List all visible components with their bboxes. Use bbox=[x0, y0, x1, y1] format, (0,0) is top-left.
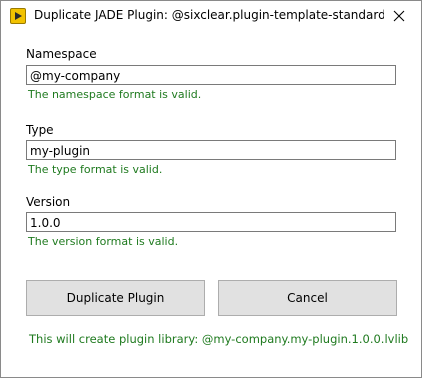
version-input[interactable] bbox=[26, 212, 396, 232]
labview-icon bbox=[10, 8, 26, 24]
version-validation-message: The version format is valid. bbox=[28, 235, 179, 248]
namespace-label: Namespace bbox=[26, 47, 97, 61]
namespace-validation-message: The namespace format is valid. bbox=[28, 88, 202, 101]
type-label: Type bbox=[26, 123, 54, 137]
cancel-button[interactable]: Cancel bbox=[218, 280, 397, 316]
close-icon bbox=[393, 7, 405, 26]
window-title: Duplicate JADE Plugin: @sixclear.plugin-… bbox=[34, 8, 384, 22]
type-validation-message: The type format is valid. bbox=[28, 163, 163, 176]
title-bar: Duplicate JADE Plugin: @sixclear.plugin-… bbox=[1, 1, 421, 32]
dialog-window: Duplicate JADE Plugin: @sixclear.plugin-… bbox=[0, 0, 422, 378]
duplicate-plugin-button[interactable]: Duplicate Plugin bbox=[26, 280, 205, 316]
output-library-message: This will create plugin library: @my-com… bbox=[29, 332, 409, 346]
namespace-input[interactable] bbox=[26, 65, 396, 85]
type-input[interactable] bbox=[26, 140, 396, 160]
version-label: Version bbox=[26, 195, 71, 209]
close-button[interactable] bbox=[383, 3, 415, 29]
